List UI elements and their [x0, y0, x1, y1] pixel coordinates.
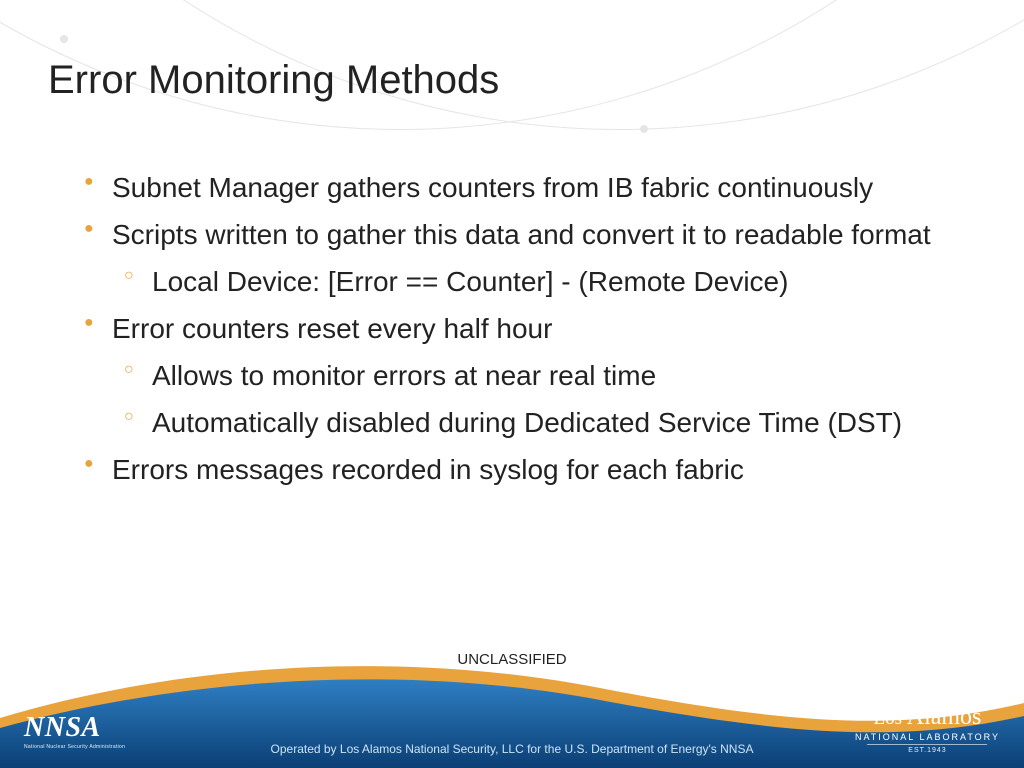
slide: Error Monitoring Methods Subnet Manager …: [0, 0, 1024, 768]
bullet-sub-item: Local Device: [Error == Counter] - (Remo…: [80, 264, 964, 299]
nnsa-logo: NNSA National Nuclear Security Administr…: [24, 712, 125, 750]
bullet-sub-item: Allows to monitor errors at near real ti…: [80, 358, 964, 393]
bullet-item: Error counters reset every half hour: [80, 311, 964, 346]
slide-body: Subnet Manager gathers counters from IB …: [80, 170, 964, 499]
los-alamos-wordmark: Los Alamos: [855, 704, 1000, 731]
national-laboratory-text: NATIONAL LABORATORY: [855, 732, 1000, 742]
atom-orbit-icon: [857, 645, 997, 697]
established-text: EST.1943: [855, 747, 1000, 754]
decorative-dot: [60, 35, 68, 43]
bullet-item: Scripts written to gather this data and …: [80, 217, 964, 252]
nnsa-logo-text: NNSA: [24, 712, 125, 744]
footer: NNSA National Nuclear Security Administr…: [0, 648, 1024, 768]
los-alamos-logo: Los Alamos NATIONAL LABORATORY EST.1943: [855, 645, 1000, 754]
decorative-dot: [640, 125, 648, 133]
bullet-item: Errors messages recorded in syslog for e…: [80, 452, 964, 487]
bullet-item: Subnet Manager gathers counters from IB …: [80, 170, 964, 205]
los-text: Los: [874, 708, 903, 729]
divider: [867, 744, 987, 745]
bullet-sub-item: Automatically disabled during Dedicated …: [80, 405, 964, 440]
nnsa-logo-subtext: National Nuclear Security Administration: [24, 744, 125, 750]
slide-title: Error Monitoring Methods: [48, 58, 499, 103]
alamos-text: Alamos: [907, 704, 982, 730]
